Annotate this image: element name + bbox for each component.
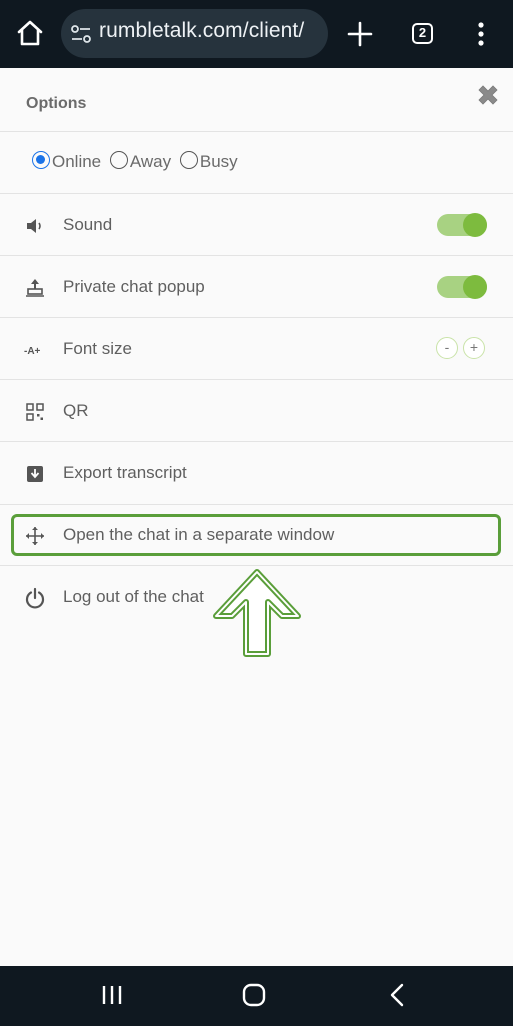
home-icon[interactable] — [14, 17, 46, 49]
radio-online[interactable] — [32, 151, 50, 169]
site-settings-icon[interactable] — [69, 22, 93, 46]
option-sound[interactable]: Sound — [0, 194, 513, 256]
status-selector: Online Away Busy — [30, 151, 240, 181]
font-size-icon: -A+ — [24, 346, 41, 357]
option-sound-label: Sound — [63, 215, 113, 234]
radio-busy[interactable] — [179, 151, 198, 169]
option-logout-label: Log out of the chat — [63, 587, 204, 606]
system-home-icon[interactable] — [241, 982, 267, 1008]
more-menu-icon[interactable] — [474, 20, 488, 48]
option-open-separate-window-label: Open the chat in a separate window — [63, 525, 335, 544]
tab-switcher-button[interactable]: 2 — [412, 23, 433, 44]
option-private-popup-label: Private chat popup — [63, 277, 205, 296]
download-icon — [27, 466, 43, 482]
radio-away[interactable] — [109, 151, 128, 169]
status-busy-label[interactable]: Busy — [200, 152, 238, 171]
status-online-label[interactable]: Online — [52, 152, 101, 171]
svg-text:-A+: -A+ — [24, 346, 41, 357]
system-nav-bar — [0, 966, 513, 1026]
power-icon — [25, 587, 45, 609]
options-title: Options — [26, 95, 87, 112]
url-text[interactable]: rumbletalk.com/client/ — [99, 19, 304, 43]
option-qr[interactable]: QR — [0, 380, 513, 442]
qr-icon — [26, 403, 44, 421]
font-increase-button[interactable]: + — [463, 337, 485, 359]
option-qr-label: QR — [63, 401, 89, 420]
popup-icon — [26, 279, 44, 297]
private-popup-toggle[interactable] — [437, 275, 487, 299]
new-tab-icon[interactable] — [346, 20, 374, 48]
back-icon[interactable] — [386, 982, 408, 1008]
annotation-arrow-icon — [213, 569, 301, 657]
close-icon[interactable] — [475, 82, 501, 108]
option-private-popup[interactable]: Private chat popup — [0, 256, 513, 318]
font-decrease-button[interactable]: - — [436, 337, 458, 359]
recent-apps-icon[interactable] — [99, 983, 125, 1007]
address-bar[interactable]: rumbletalk.com/client/ — [61, 9, 328, 58]
status-away-label[interactable]: Away — [130, 152, 171, 171]
option-export-transcript-label: Export transcript — [63, 463, 187, 482]
move-icon — [26, 527, 44, 545]
option-font-size-label: Font size — [63, 339, 132, 358]
options-panel: Options Online Away Busy Sound Private c… — [0, 68, 513, 966]
option-open-separate-window[interactable]: Open the chat in a separate window — [0, 504, 513, 566]
browser-toolbar: rumbletalk.com/client/ 2 — [0, 0, 513, 68]
sound-toggle[interactable] — [437, 213, 487, 237]
divider — [0, 131, 513, 132]
speaker-icon — [27, 219, 41, 233]
option-font-size: -A+ Font size - + — [0, 318, 513, 380]
option-export-transcript[interactable]: Export transcript — [0, 442, 513, 504]
